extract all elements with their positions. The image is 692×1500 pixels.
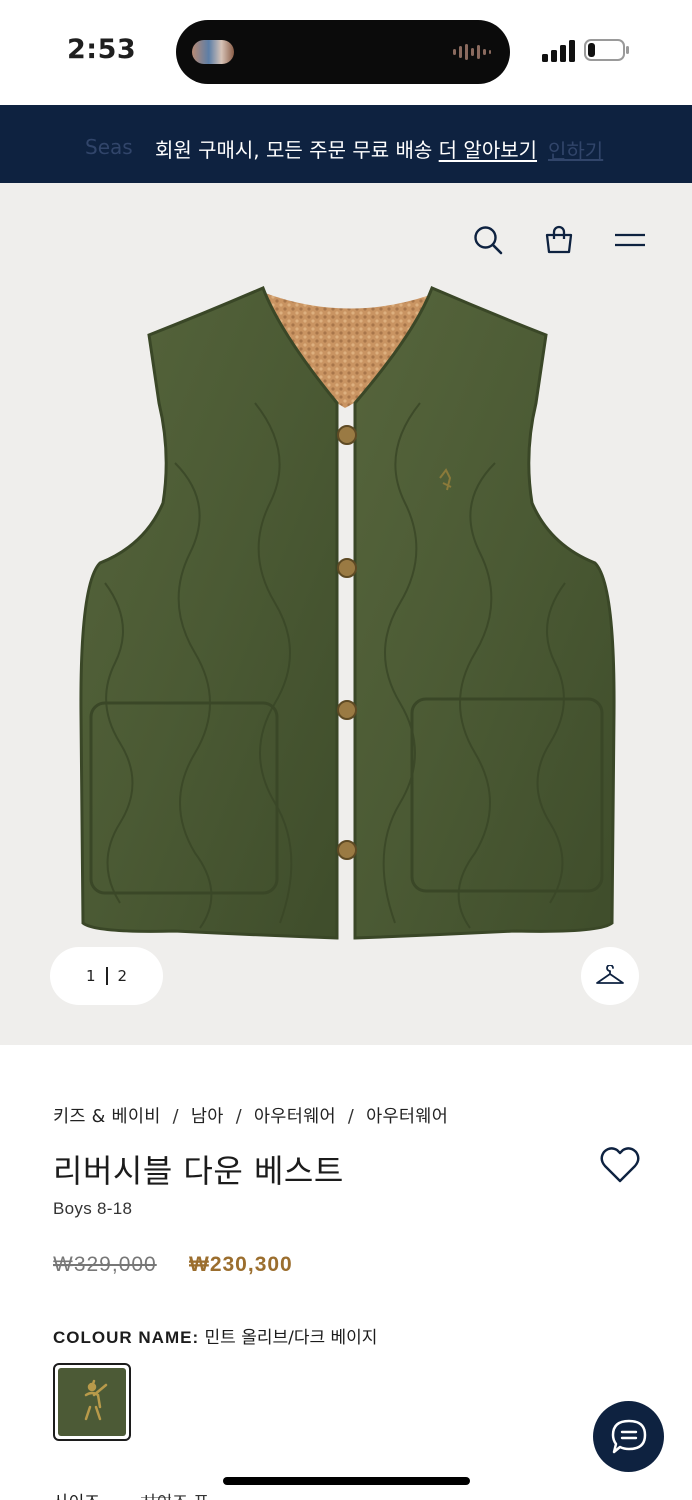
breadcrumb-item-kids[interactable]: 키즈 & 베이비 [53,1107,161,1127]
swatch-image [58,1368,126,1436]
now-playing-thumbnail [192,40,234,64]
size-guide-link[interactable]: 사이즈 표 [141,1488,209,1500]
colour-name-label: COLOUR NAME: [53,1328,200,1347]
fit-guide-button[interactable] [581,947,639,1005]
breadcrumb-separator: / [235,1107,242,1127]
breadcrumb: 키즈 & 베이비 / 남아 / 아우터웨어 / 아우터웨어 [53,1103,448,1128]
original-price: ₩329,000 [53,1253,157,1276]
breadcrumb-item-boys[interactable]: 남아 [191,1107,224,1127]
wishlist-heart-icon[interactable] [600,1146,640,1184]
breadcrumb-item-outerwear[interactable]: 아우터웨어 [254,1107,336,1127]
image-pager[interactable]: 1 2 [50,947,163,1005]
colour-swatch-selected[interactable] [53,1363,131,1441]
audio-wave-icon [453,44,491,60]
sale-price: ₩230,300 [189,1253,293,1276]
colour-name-row: COLOUR NAME: 민트 올리브/다크 베이지 [53,1323,377,1348]
shopping-bag-button[interactable] [542,223,576,257]
status-bar: 2:53 [0,0,692,105]
pager-current: 1 [85,967,96,985]
breadcrumb-separator: / [172,1107,179,1127]
battery-icon [584,39,629,61]
product-title: 리버시블 다운 베스트 [53,1152,344,1190]
promo-learn-more-link[interactable]: 더 알아보기 [439,138,537,162]
size-range: Boys 8-18 [53,1199,133,1218]
dynamic-island [176,20,510,84]
promo-message: 회원 구매시, 모든 주문 무료 배송 더 알아보기 [0,134,692,163]
breadcrumb-item-outerwear-sub[interactable]: 아우터웨어 [366,1107,448,1127]
size-label: 사이즈 [53,1488,100,1500]
status-time: 2:53 [67,34,137,65]
search-button[interactable] [471,223,505,257]
cellular-signal-icon [542,40,575,62]
menu-button[interactable] [613,223,647,257]
colour-name-value: 민트 올리브/다크 베이지 [204,1328,378,1348]
breadcrumb-separator: / [347,1107,355,1127]
menu-icon [615,233,645,247]
shopping-bag-icon [545,225,573,254]
product-image-vest [79,286,616,940]
promo-banner: Seas 인하기 회원 구매시, 모든 주문 무료 배송 더 알아보기 [0,105,692,183]
chat-bubble-icon [611,1419,646,1453]
home-indicator[interactable] [223,1477,470,1485]
hanger-icon [596,965,624,984]
pager-total: 2 [117,967,128,985]
pager-divider [105,967,108,985]
polo-logo-icon [84,1379,108,1421]
chat-button[interactable] [593,1401,664,1472]
promo-text: 회원 구매시, 모든 주문 무료 배송 [154,138,433,162]
search-icon [474,226,503,255]
product-image-gallery[interactable]: 1 2 [0,183,692,1045]
